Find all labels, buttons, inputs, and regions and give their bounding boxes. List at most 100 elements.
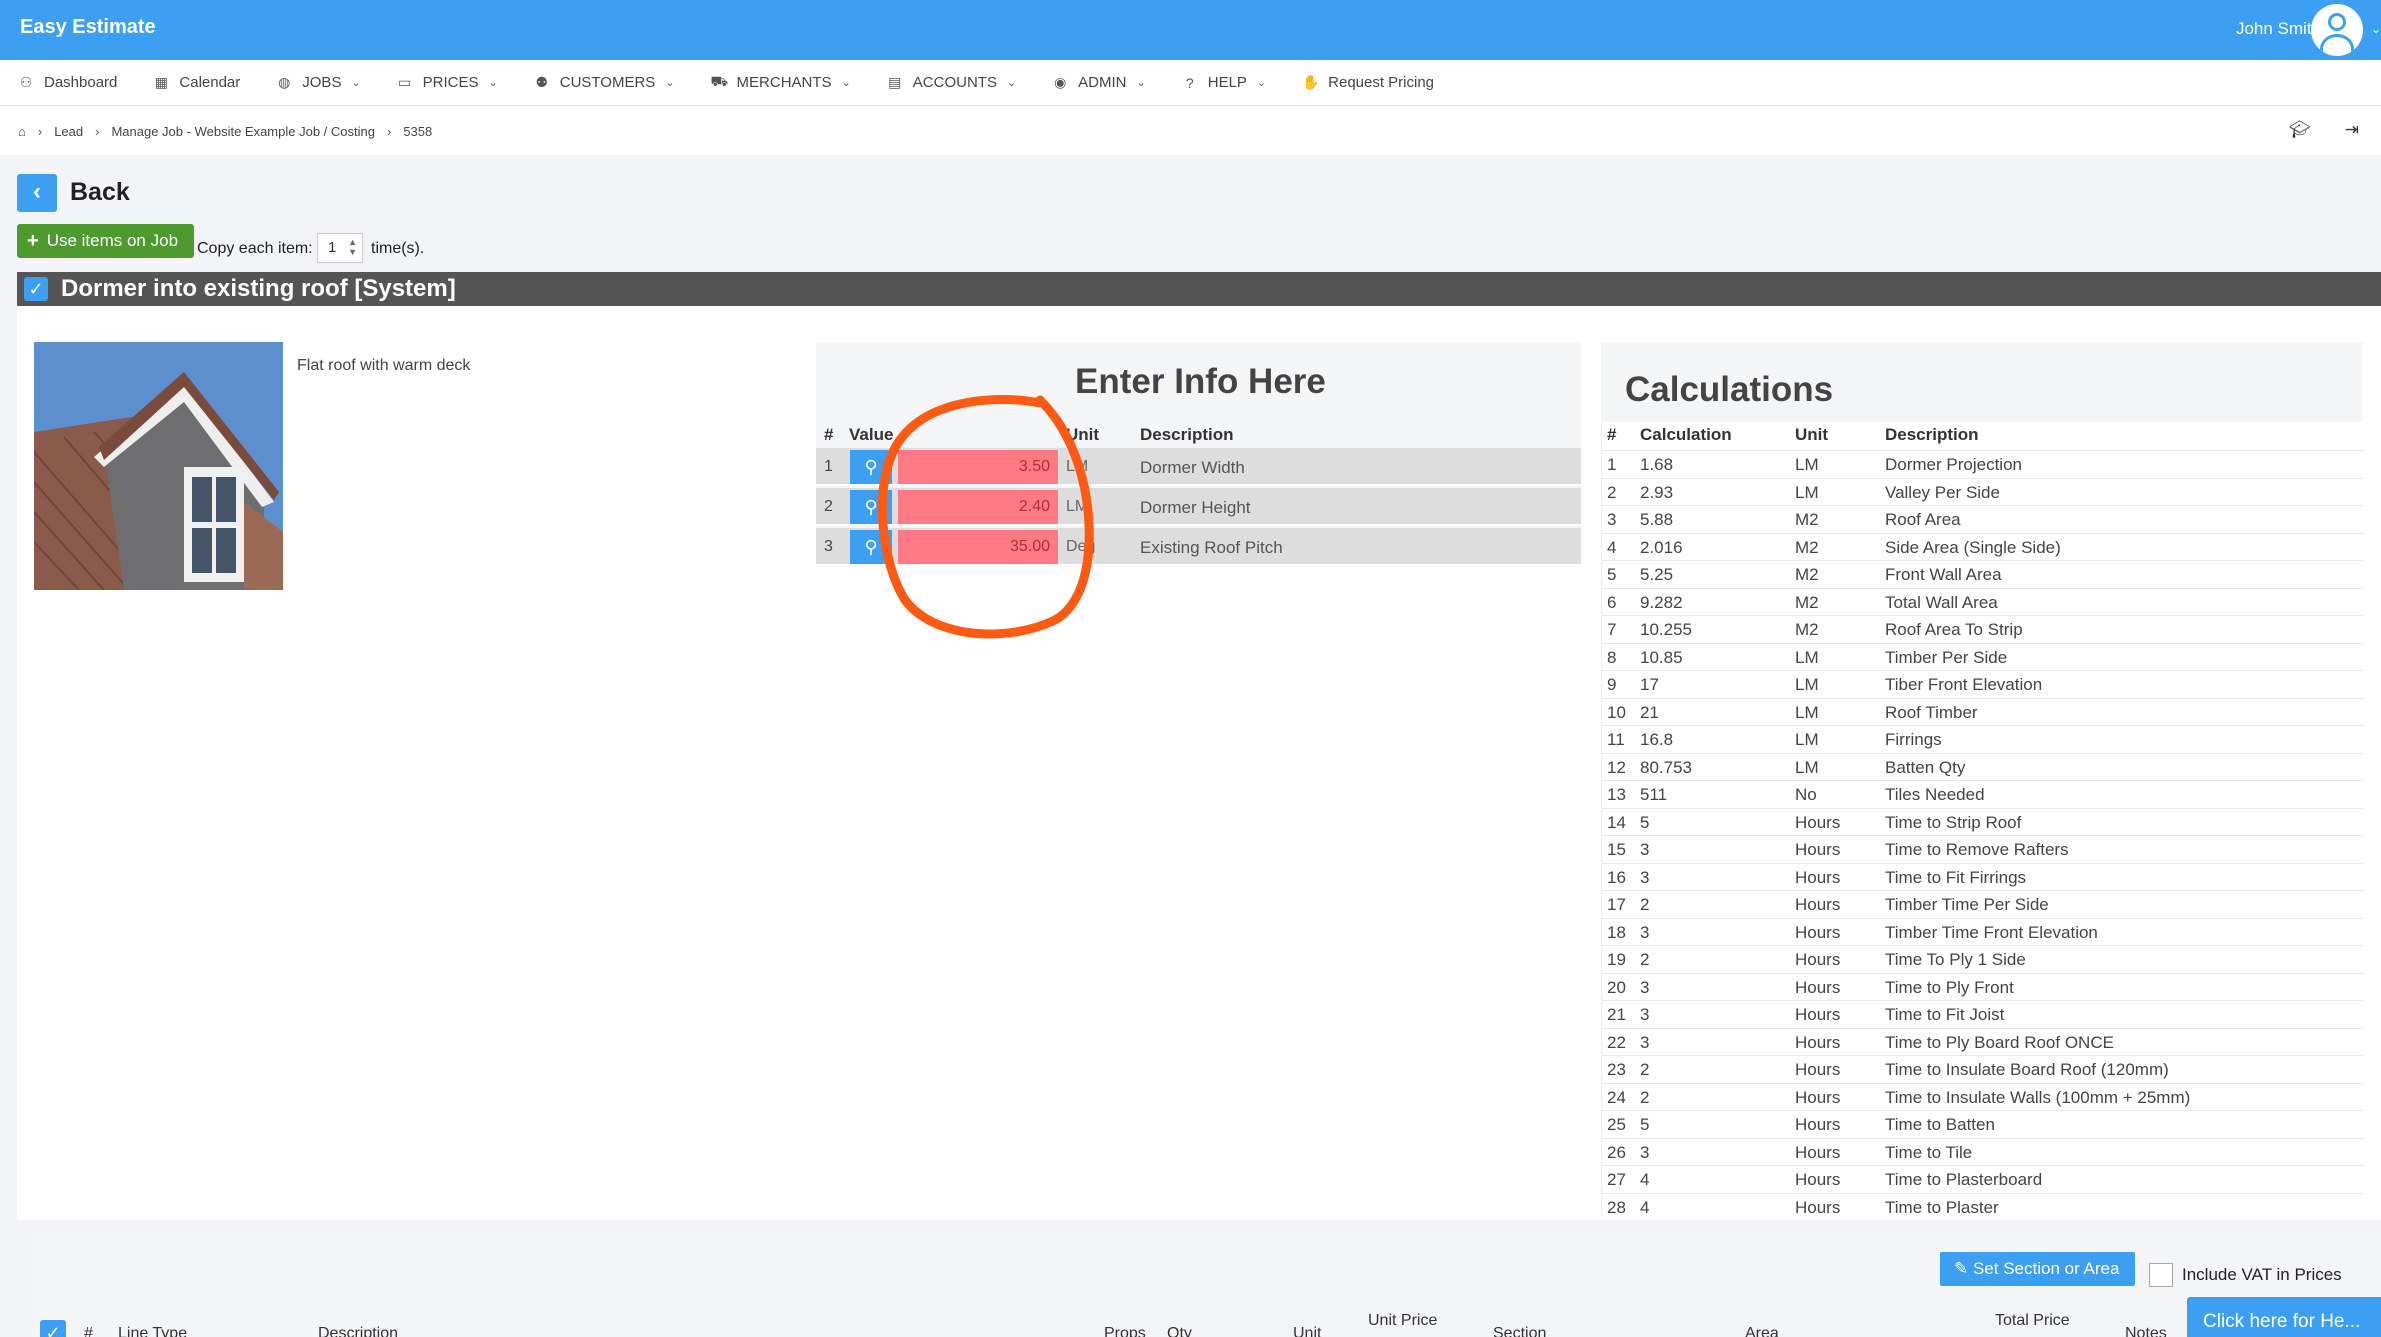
row-description: Dormer Width (1140, 458, 1245, 477)
nav-label: Dashboard (44, 74, 118, 91)
nav-item-admin[interactable]: ◉ ADMIN ⌄ (1052, 74, 1146, 91)
calc-unit: Hours (1795, 1142, 1841, 1162)
info-row: 2 ⚲ 2.40 LM Dormer Height (816, 488, 1581, 526)
nav-label: ACCOUNTS (912, 74, 997, 91)
nav-item-request-pricing[interactable]: ✋ Request Pricing (1302, 74, 1434, 91)
col-description[interactable]: Description (318, 1325, 398, 1337)
calc-row: 19 2 Hours Time To Ply 1 Side (1601, 945, 2363, 973)
handshake-icon: ✋ (1302, 74, 1320, 90)
calc-num: 28 (1607, 1197, 1626, 1217)
chevron-down-icon: ⌄ (1256, 77, 1267, 89)
value-input[interactable]: 2.40 (898, 490, 1058, 524)
nav-item-merchants[interactable]: ⛟ MERCHANTS ⌄ (711, 73, 851, 92)
calc-row: 20 3 Hours Time to Ply Front (1601, 972, 2363, 1001)
calc-description: Time to Tile (1885, 1142, 1973, 1162)
user-avatar-icon[interactable] (2311, 4, 2363, 56)
calculations-title: Calculations (1625, 370, 1834, 409)
search-icon[interactable]: ⚲ (850, 490, 892, 524)
chevron-right-icon: › (37, 123, 43, 139)
calc-value: 3 (1640, 1032, 1650, 1052)
calc-unit: LM (1795, 455, 1819, 474)
calc-unit: LM (1795, 702, 1819, 722)
search-icon[interactable]: ⚲ (850, 450, 892, 484)
calc-row: 2 2.93 LM Valley Per Side (1601, 477, 2363, 506)
calc-unit: Hours (1795, 1197, 1841, 1217)
calc-value: 3 (1640, 1142, 1650, 1162)
nav-item-prices[interactable]: ▭ PRICES ⌄ (397, 74, 498, 91)
breadcrumb-manage-job[interactable]: Manage Job - Website Example Job / Costi… (111, 124, 375, 139)
nav-label: Calendar (179, 74, 241, 91)
col-area[interactable]: Area (1745, 1325, 1779, 1337)
stepper-arrows-icon[interactable]: ▲ ▼ (348, 237, 357, 257)
search-icon[interactable]: ⚲ (850, 530, 892, 564)
calc-value: 2 (1640, 895, 1650, 914)
graduation-cap-icon[interactable]: 🎓︎ (2289, 120, 2311, 140)
nav-item-calendar[interactable]: ▦ Calendar (153, 74, 241, 91)
col-notes[interactable]: Notes (2125, 1325, 2167, 1337)
nav-item-jobs[interactable]: ◍ JOBS ⌄ (276, 74, 361, 91)
use-items-on-job-button[interactable]: + Use items on Job (17, 224, 194, 258)
times-label: time(s). (371, 240, 425, 257)
calc-description: Side Area (Single Side) (1885, 537, 2061, 557)
calc-row: 6 9.282 M2 Total Wall Area (1601, 587, 2363, 616)
nav-item-accounts[interactable]: ▤ ACCOUNTS ⌄ (887, 74, 1016, 91)
plus-icon: + (27, 229, 39, 252)
calc-row: 14 5 Hours Time to Strip Roof (1601, 807, 2363, 836)
calc-unit: LM (1795, 647, 1819, 667)
col-total-price[interactable]: Total Price (1995, 1312, 2070, 1330)
app-title[interactable]: Easy Estimate (20, 16, 156, 39)
nav-item-dashboard[interactable]: ⚇ Dashboard (18, 74, 118, 91)
row-unit: LM (1066, 498, 1089, 515)
help-tab[interactable]: Click here for He... (2187, 1297, 2381, 1337)
calc-row: 9 17 LM Tiber Front Elevation (1601, 670, 2363, 698)
section-header: ✓ Dormer into existing roof [System] (17, 272, 2381, 306)
nav-item-customers[interactable]: ⚉ CUSTOMERS ⌄ (534, 74, 674, 91)
calc-unit: Hours (1795, 922, 1841, 942)
calc-row: 3 5.88 M2 Roof Area (1601, 505, 2363, 533)
chevron-down-icon: ⌄ (1006, 77, 1017, 89)
chevron-down-icon[interactable]: ⌄ (2371, 22, 2381, 36)
calc-value: 3 (1640, 922, 1650, 942)
calc-row: 7 10.255 M2 Roof Area To Strip (1601, 615, 2363, 643)
breadcrumb-lead[interactable]: Lead (54, 124, 83, 139)
calc-description: Time to Plaster (1885, 1197, 1999, 1217)
calc-unit: Hours (1795, 1087, 1841, 1107)
nav-label: HELP (1207, 74, 1247, 91)
calc-header-num: # (1607, 425, 1617, 444)
select-all-checkbox[interactable]: ✓ (40, 1320, 66, 1337)
home-icon[interactable]: ⌂ (18, 124, 26, 139)
copy-count-stepper[interactable]: 1 ▲ ▼ (317, 233, 363, 263)
calc-num: 1 (1607, 455, 1617, 474)
calc-num: 20 (1607, 977, 1626, 997)
col-props[interactable]: Props (1104, 1325, 1146, 1337)
value-input[interactable]: 35.00 (898, 530, 1058, 564)
nav-label: Request Pricing (1328, 74, 1435, 91)
calc-unit: Hours (1795, 950, 1841, 969)
col-section[interactable]: Section (1493, 1325, 1546, 1337)
calc-row: 4 2.016 M2 Side Area (Single Side) (1601, 532, 2363, 561)
back-button[interactable]: ‹ (17, 174, 57, 212)
calc-description: Dormer Projection (1885, 455, 2022, 474)
include-vat-checkbox[interactable] (2149, 1263, 2173, 1287)
calc-description: Time to Fit Firrings (1885, 867, 2027, 887)
row-number: 2 (824, 498, 833, 515)
info-header-value: Value (849, 425, 894, 444)
calc-num: 23 (1607, 1060, 1626, 1079)
nav-item-help[interactable]: ? HELP ⌄ (1182, 74, 1266, 91)
calc-description: Front Wall Area (1885, 565, 2002, 584)
calc-num: 14 (1607, 812, 1626, 832)
sign-out-icon[interactable]: ⇥ (2345, 120, 2359, 140)
calc-value: 3 (1640, 840, 1650, 859)
col-unit-price[interactable]: Unit Price (1368, 1312, 1437, 1330)
set-section-button[interactable]: ✎ Set Section or Area (1940, 1252, 2135, 1286)
section-checkbox[interactable]: ✓ (24, 277, 48, 301)
value-input[interactable]: 3.50 (898, 450, 1058, 484)
col-line-type[interactable]: Line Type (118, 1325, 187, 1337)
calc-unit: LM (1795, 675, 1819, 694)
calc-unit: LM (1795, 757, 1819, 777)
back-label[interactable]: Back (70, 178, 130, 207)
user-name[interactable]: John Smith (2236, 19, 2321, 39)
col-unit[interactable]: Unit (1293, 1325, 1321, 1337)
calc-row: 24 2 Hours Time to Insulate Walls (100mm + … (1601, 1082, 2363, 1111)
col-qty[interactable]: Qty (1167, 1325, 1192, 1337)
